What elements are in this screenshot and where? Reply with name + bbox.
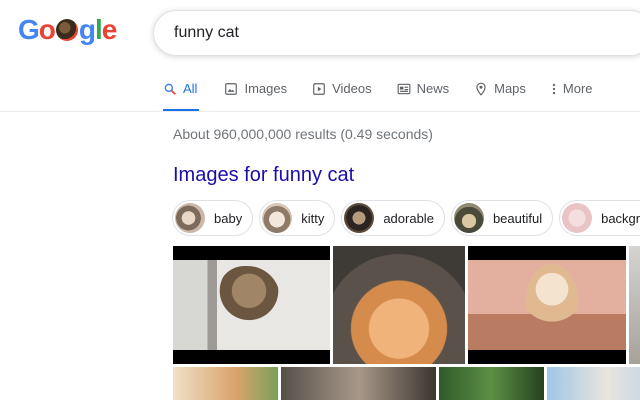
image-result[interactable] [547,367,640,400]
image-results-row-2 [173,367,640,400]
chip-label: baby [214,210,243,226]
image-result[interactable] [629,246,640,364]
cat-shape [526,264,578,336]
tab-videos[interactable]: Videos [312,72,372,112]
chip-kitty[interactable]: kitty [259,200,336,236]
tab-news[interactable]: News [397,72,450,112]
tabs-divider [0,111,640,112]
map-pin-icon [476,82,486,96]
tab-images[interactable]: Images [224,72,287,112]
search-input[interactable] [174,24,594,42]
image-refinement-chips: baby kitty adorable beautiful backgrou [172,200,640,236]
cat-doodle-icon [55,19,78,41]
chip-label: backgrou [601,210,640,226]
image-result[interactable] [468,246,626,364]
chip-thumbnail [344,203,375,233]
search-tabs: All Images Videos News Maps More [163,72,618,112]
news-icon [397,83,411,95]
image-result[interactable] [173,246,330,364]
tab-label: News [416,81,450,96]
chip-background[interactable]: backgrou [559,200,640,236]
result-stats: About 960,000,000 results (0.49 seconds) [173,126,433,142]
image-result[interactable] [439,367,544,400]
logo-letter-g: g [78,14,96,45]
image-result[interactable] [173,367,278,400]
google-doodle-logo[interactable]: G o g l e [18,14,118,46]
tab-label: Videos [332,81,372,96]
chip-thumbnail [262,203,293,233]
tab-more[interactable]: More [551,72,593,112]
logo-letter-l: l [95,14,103,45]
chip-thumbnail [453,203,484,233]
tab-label: More [562,81,593,96]
image-results-row [173,246,640,364]
tab-label: Maps [494,81,526,96]
chip-baby[interactable]: baby [172,200,254,236]
tab-maps[interactable]: Maps [474,72,526,112]
cat-shape [218,266,280,328]
image-icon [225,83,238,95]
tab-label: Images [244,81,288,96]
logo-letter-e: e [101,14,118,45]
chip-label: adorable [383,210,434,226]
chip-label: beautiful [492,210,543,226]
chip-thumbnail [175,203,205,233]
image-result[interactable] [281,367,436,400]
chip-beautiful[interactable]: beautiful [450,200,554,236]
chip-thumbnail [562,203,593,233]
video-icon [313,83,325,95]
chip-label: kitty [301,210,325,226]
image-result[interactable] [333,246,465,364]
tab-all[interactable]: All [163,72,200,112]
search-icon [164,83,176,95]
more-vert-icon [552,83,556,95]
logo-letter-g: G [18,14,40,45]
logo-letter-o: o [38,14,56,45]
search-box[interactable] [153,10,640,56]
chip-adorable[interactable]: adorable [341,200,445,236]
images-section-heading[interactable]: Images for funny cat [173,164,354,187]
tab-label: All [183,81,198,96]
